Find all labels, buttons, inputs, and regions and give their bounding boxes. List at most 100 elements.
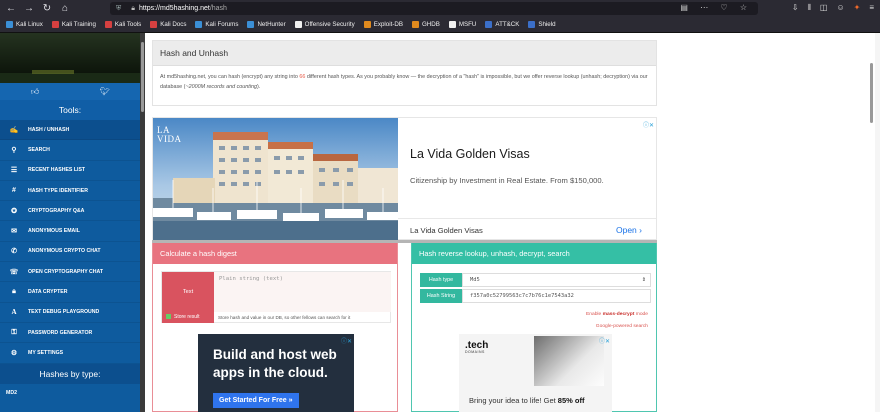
bookmark-ghdb[interactable]: GHDB [411, 21, 440, 28]
ad-cloud-hosting[interactable]: Build and host web apps in the cloud. Ge… [198, 334, 354, 412]
intro-panel: Hash and Unhash At md5hashing.net, you c… [152, 40, 657, 106]
sidebar-item-hash-unhash[interactable]: ✍ HASH / UNHASH [0, 120, 140, 141]
tracking-shield-icon[interactable]: ⛨ [116, 5, 121, 13]
ad-tech-domains[interactable]: .tech DOMAINS Bring your idea to life! Ge… [459, 334, 612, 412]
adchoices-icon[interactable]: ⓘ✕ [643, 120, 654, 129]
bookmark-kali-training[interactable]: Kali Training [51, 21, 96, 28]
sidebar-item-anonymous-email[interactable]: ✉ ANONYMOUS EMAIL [0, 221, 140, 242]
sidebar-scroll-thumb[interactable] [141, 42, 144, 112]
sidebar-item-label: HASH TYPE IDENTIFIER [28, 187, 88, 194]
bookmark-icon [195, 21, 203, 28]
hash-calculator: Text Plain string (text) Store result St… [161, 271, 391, 323]
bookmark-offensive-security[interactable]: Offensive Security [294, 21, 355, 28]
url-bar[interactable]: ⛨ 🔒︎ https://md5hashing.net/hash ▤ ⋯ ♡ ☆ [110, 2, 758, 15]
browser-right-icons: ⇩ ⫴ ◫ ☺ ✦ ≡ [792, 3, 874, 13]
calculate-hash-panel: Calculate a hash digest Text Plain strin… [152, 243, 398, 412]
open-chat-icon: ☏ [9, 268, 19, 276]
sidebar-item-password-generator[interactable]: ⚿ PASSWORD GENERATOR [0, 323, 140, 344]
adchoices-icon[interactable]: ⓘ✕ [341, 336, 352, 345]
sidebar-item-open-cryptography-chat[interactable]: ☏ OPEN CRYPTOGRAPHY CHAT [0, 262, 140, 283]
calculate-hash-header: Calculate a hash digest [153, 243, 397, 264]
sidebar-item-label: RECENT HASHES LIST [28, 167, 86, 174]
store-result-checkbox[interactable]: Store result [162, 312, 214, 323]
bookmark-exploit-db[interactable]: Exploit-DB [363, 21, 403, 28]
bookmark-attack[interactable]: ATT&CK [485, 21, 519, 28]
sidebar-item-recent-hashes[interactable]: ☰ RECENT HASHES LIST [0, 161, 140, 181]
pen-icon: ✍ [9, 126, 19, 134]
text-icon: A [11, 308, 17, 317]
hash-type-md2[interactable]: MD2 [0, 383, 140, 402]
list-icon: ☰ [10, 167, 18, 175]
tools-title: Tools: [0, 100, 140, 120]
sidebar-item-search[interactable]: ⚲ SEARCH [0, 140, 140, 161]
hash-type-select[interactable]: Md5 ⇕ [462, 273, 651, 287]
bookmark-icon [6, 21, 13, 28]
bookmark-msfu[interactable]: MSFU [448, 21, 476, 28]
mass-decrypt-link[interactable]: Enable mass-decrypt mode [586, 309, 648, 321]
lookup-form: Hash type Md5 ⇕ Hash String f357a0c527995… [420, 273, 651, 305]
ad-photo [534, 336, 604, 386]
like-icon[interactable]: 👍︎ [0, 83, 70, 100]
bookmark-kali-tools[interactable]: Kali Tools [104, 21, 141, 28]
sidebar-item-cryptography-qa[interactable]: ✪ CRYPTOGRAPHY Q&A [0, 201, 140, 222]
social-links: 👍︎ 🐦︎ [0, 83, 140, 100]
back-icon[interactable]: ← [4, 3, 18, 14]
reload-icon[interactable]: ↻ [40, 3, 54, 14]
bookmark-icon [294, 21, 302, 28]
bookmark-icon [448, 21, 456, 28]
bookmark-kali-docs[interactable]: Kali Docs [150, 21, 186, 28]
sidebar-item-label: SEARCH [28, 146, 50, 153]
sidebar-item-data-crypter[interactable]: 🔒︎ DATA CRYPTER [0, 282, 140, 303]
bookmark-kali-linux[interactable]: Kali Linux [6, 21, 43, 28]
ad-banner-la-vida[interactable]: LA VIDA La Vida Golden Visas Citizenship … [152, 117, 657, 241]
sidebar-item-label: CRYPTOGRAPHY Q&A [28, 207, 85, 214]
reverse-lookup-panel: Hash reverse lookup, unhash, decrypt, se… [411, 243, 657, 412]
marina-illustration [153, 132, 398, 241]
account-icon[interactable]: ☺ [836, 3, 844, 13]
twitter-icon[interactable]: 🐦︎ [70, 83, 140, 100]
menu-icon[interactable]: ≡ [869, 3, 874, 13]
ad-tagline: Bring your idea to life! Get 85% off [469, 396, 585, 405]
sidebar-item-label: PASSWORD GENERATOR [28, 329, 93, 336]
text-mode-button[interactable]: Text [162, 272, 214, 312]
page-title: Hash and Unhash [153, 41, 656, 66]
qa-icon: ✪ [11, 207, 17, 215]
bookmark-kali-forums[interactable]: Kali Forums [195, 21, 238, 28]
url-text: https://md5hashing.net/hash [138, 5, 227, 12]
sidebar-item-label: ANONYMOUS CRYPTO CHAT [28, 248, 101, 255]
lock-icon[interactable]: 🔒︎ [131, 5, 135, 13]
ad-footer: La Vida Golden Visas Open › [398, 218, 656, 240]
plain-string-input[interactable]: Plain string (text) [214, 272, 391, 312]
url-action-icons[interactable]: ▤ ⋯ ♡ ☆ [680, 3, 752, 12]
ad-get-started-button[interactable]: Get Started For Free » [213, 393, 299, 408]
page-scroll-thumb[interactable] [870, 63, 873, 123]
adchoices-icon[interactable]: ⓘ✕ [599, 336, 610, 345]
bookmark-shield[interactable]: Shield [528, 21, 556, 28]
store-result-note: Store hash and value in our DB, so other… [218, 315, 351, 320]
bookmark-icon [363, 21, 371, 28]
checkbox-icon [166, 314, 171, 319]
extension-icon[interactable]: ✦ [854, 3, 861, 13]
sidebar-item-anonymous-crypto-chat[interactable]: ✆ ANONYMOUS CRYPTO CHAT [0, 242, 140, 263]
chevron-right-icon: › [639, 225, 642, 235]
bookmark-nethunter[interactable]: NetHunter [247, 21, 286, 28]
sidebar-item-label: TEXT DEBUG PLAYGROUND [28, 309, 100, 316]
google-search-link[interactable]: Google-powered search [586, 321, 648, 333]
sidebar-toggle-icon[interactable]: ◫ [820, 3, 828, 13]
forward-icon[interactable]: → [22, 3, 36, 14]
key-icon: ⚿ [11, 328, 17, 336]
downloads-icon[interactable]: ⇩ [792, 3, 799, 13]
sidebar-item-text-debug-playground[interactable]: A TEXT DEBUG PLAYGROUND [0, 303, 140, 323]
sidebar-item-label: HASH / UNHASH [28, 126, 70, 133]
sidebar-item-hash-type-identifier[interactable]: # HASH TYPE IDENTIFIER [0, 181, 140, 202]
hash-string-input[interactable]: f357a0c52799563c7c7b76c1e7543a32 [462, 289, 651, 303]
library-icon[interactable]: ⫴ [808, 3, 811, 13]
home-icon[interactable]: ⌂ [58, 3, 72, 14]
sidebar-item-my-settings[interactable]: ⚙ MY SETTINGS [0, 343, 140, 364]
tech-domains-logo: .tech DOMAINS [465, 340, 489, 354]
ad-open-button[interactable]: Open › [616, 225, 642, 235]
sidebar-item-label: MY SETTINGS [28, 349, 64, 356]
hashes-by-type-title: Hashes by type: [0, 363, 140, 384]
chat-icon: ✆ [11, 248, 17, 256]
lock-icon: 🔒︎ [12, 288, 16, 296]
